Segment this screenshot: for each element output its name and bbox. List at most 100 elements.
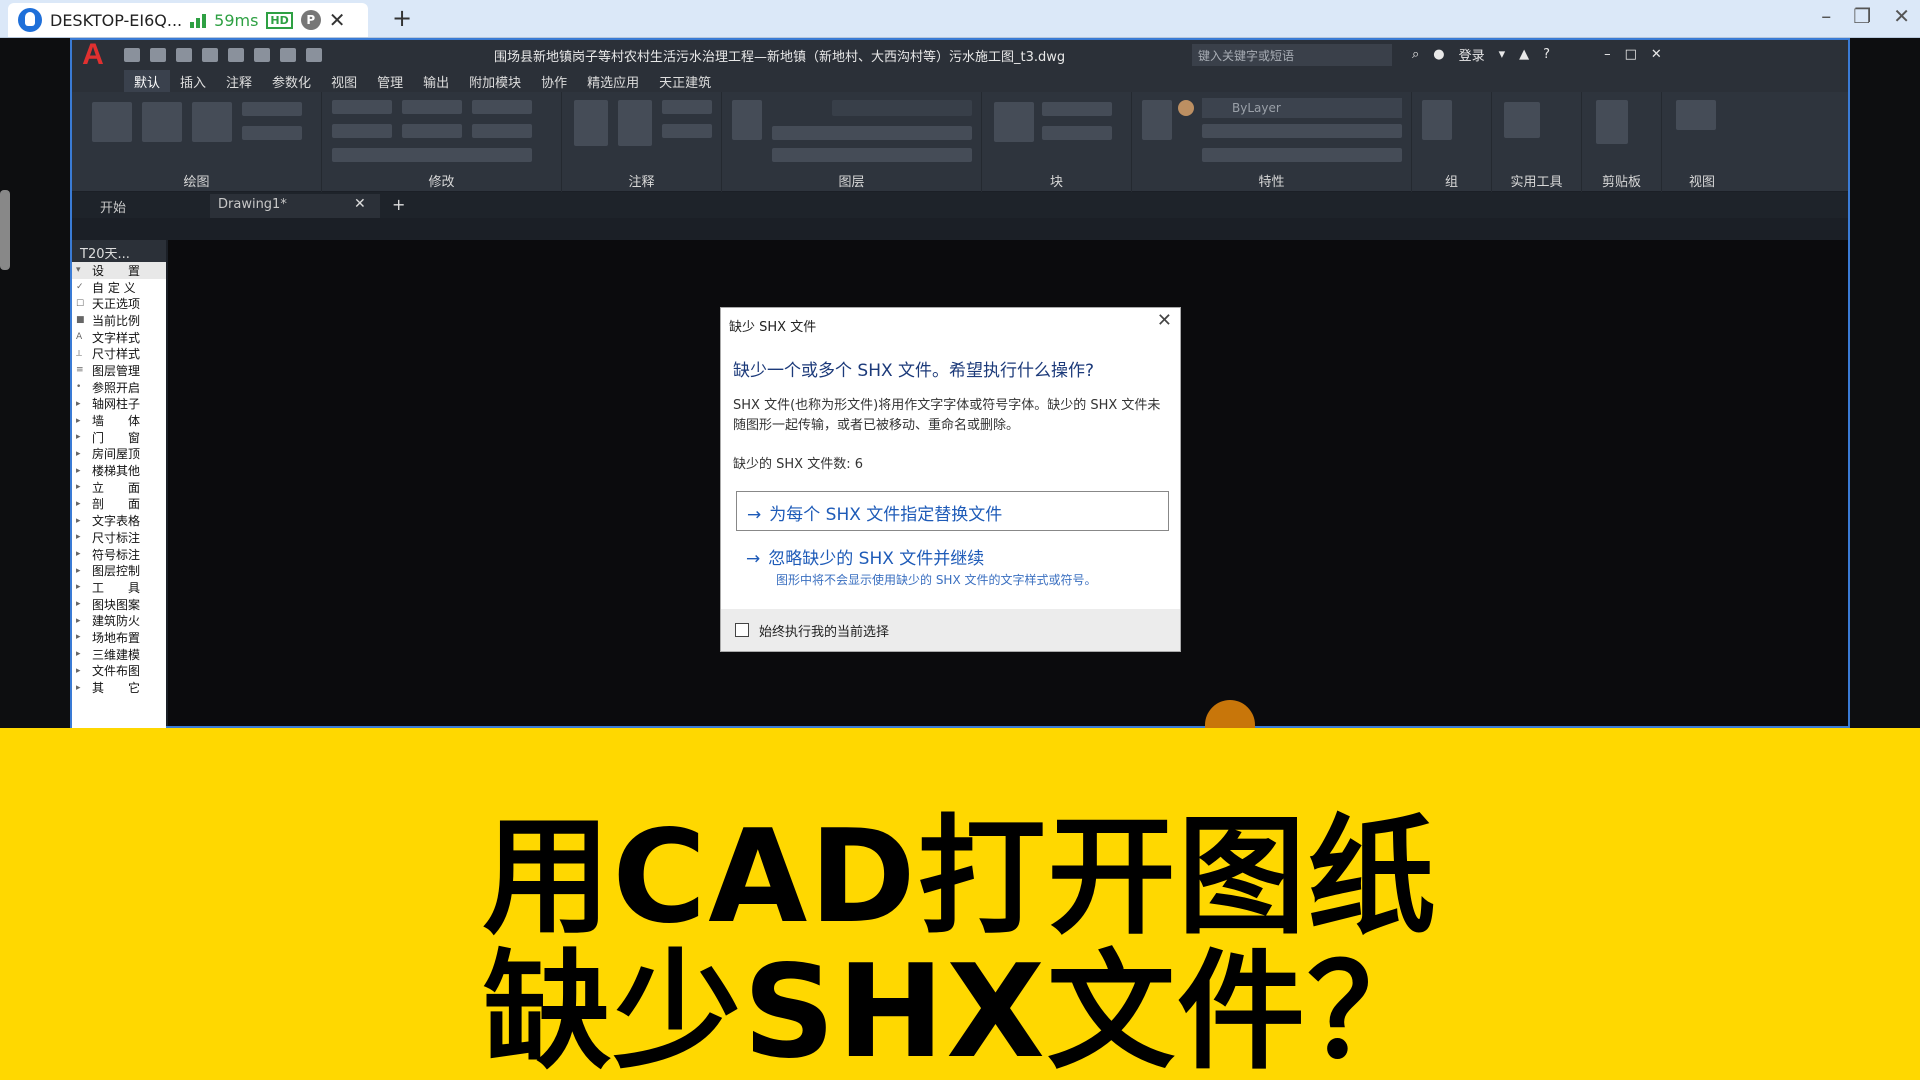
tab-close-icon[interactable]: ✕ [354, 196, 366, 212]
close-tab-button[interactable]: ✕ [329, 8, 346, 32]
autodesk-icon[interactable]: ▲ [1519, 47, 1529, 62]
ignore-continue-option[interactable]: → 忽略缺少的 SHX 文件并继续 图形中将不会显示使用缺少的 SHX 文件的文字… [736, 536, 1169, 596]
sidebar-item[interactable]: ■ 当前比例 [72, 312, 166, 329]
new-icon[interactable] [124, 48, 140, 62]
sidebar-item[interactable]: ▸ 其 它 [72, 679, 166, 696]
ribbon-tab-default[interactable]: 默认 [124, 70, 171, 92]
panel-label-utilities[interactable]: 实用工具 [1492, 171, 1581, 190]
redo-icon[interactable] [306, 48, 322, 62]
user-icon[interactable]: ● [1433, 47, 1444, 62]
ribbon-tab-manage[interactable]: 管理 [367, 70, 413, 92]
save-icon[interactable] [176, 48, 192, 62]
ribbon-tab-addins[interactable]: 附加模块 [459, 70, 531, 92]
cad-maximize-icon[interactable]: □ [1625, 47, 1637, 62]
ribbon-tab-view[interactable]: 视图 [321, 70, 367, 92]
dialog-close-icon[interactable]: ✕ [1157, 310, 1172, 331]
ribbon-tab-output[interactable]: 输出 [413, 70, 459, 92]
autocad-logo-icon[interactable]: A [72, 40, 114, 70]
sidebar-item[interactable]: ▸ 工 具 [72, 579, 166, 596]
panel-utilities: 实用工具 [1492, 92, 1582, 192]
panel-label-modify[interactable]: 修改 [322, 171, 561, 190]
remote-session-tab[interactable]: DESKTOP-EI6Q... 59ms HD P ✕ [8, 3, 368, 37]
p-badge-icon[interactable]: P [300, 10, 321, 30]
sidebar-item-label: 建筑防火 [92, 614, 141, 629]
add-tab-button[interactable]: + [392, 195, 405, 214]
sidebar-item[interactable]: A 文字样式 [72, 329, 166, 346]
save-as-icon[interactable] [202, 48, 218, 62]
login-link[interactable]: 登录 [1459, 45, 1485, 64]
sidebar-item[interactable]: ▸ 文件布图 [72, 663, 166, 680]
panel-label-block[interactable]: 块 [982, 171, 1131, 190]
new-tab-button[interactable]: + [392, 4, 412, 32]
title-right-tools: ⌕ ● 登录 ▾ ▲ ? – □ ✕ [1412, 45, 1662, 64]
panel-label-layer[interactable]: 图层 [722, 171, 981, 190]
panel-label-draw[interactable]: 绘图 [72, 171, 321, 190]
always-checkbox[interactable] [735, 623, 749, 637]
panel-view: 视图 [1662, 92, 1848, 192]
sidebar-item[interactable]: ▸ 符号标注 [72, 546, 166, 563]
ribbon-tab-collaborate[interactable]: 协作 [531, 70, 577, 92]
sidebar-item[interactable]: ▸ 尺寸标注 [72, 529, 166, 546]
panel-label-view[interactable]: 视图 [1662, 171, 1742, 190]
restore-icon[interactable]: ❐ [1853, 4, 1871, 28]
sidebar-item[interactable]: ▸ 楼梯其他 [72, 462, 166, 479]
sidebar-item[interactable]: • 参照开启 [72, 379, 166, 396]
sidebar-item[interactable]: ▸ 图块图案 [72, 596, 166, 613]
side-scroll-handle[interactable] [0, 190, 10, 270]
sidebar-item-label: 剖 面 [92, 497, 141, 512]
sidebar-item[interactable]: ✓ 自 定 义 [72, 279, 166, 296]
sidebar-item-icon: ▸ [76, 632, 81, 643]
ribbon-tab-parametric[interactable]: 参数化 [262, 70, 321, 92]
window-controls: – ❐ ✕ [1821, 4, 1910, 28]
sidebar-item-icon: ▸ [76, 665, 81, 676]
cad-close-icon[interactable]: ✕ [1651, 47, 1662, 62]
close-window-icon[interactable]: ✕ [1893, 4, 1910, 28]
cad-minimize-icon[interactable]: – [1604, 47, 1611, 62]
sidebar-item-icon: ▸ [76, 415, 81, 426]
sidebar-item[interactable]: ▸ 文字表格 [72, 512, 166, 529]
panel-clipboard: 剪贴板 [1582, 92, 1662, 192]
panel-label-clipboard[interactable]: 剪贴板 [1582, 171, 1661, 190]
sidebar-item-icon: ≡ [76, 365, 84, 376]
sidebar-item[interactable]: ▸ 场地布置 [72, 629, 166, 646]
sidebar-item-label: 文字表格 [92, 514, 141, 529]
sidebar-item[interactable]: ▸ 门 窗 [72, 429, 166, 446]
panel-label-annotate[interactable]: 注释 [562, 171, 721, 190]
sidebar-item[interactable]: ▸ 图层控制 [72, 562, 166, 579]
panel-label-properties[interactable]: 特性 [1132, 171, 1411, 190]
open-icon[interactable] [150, 48, 166, 62]
sidebar-item[interactable]: ▸ 立 面 [72, 479, 166, 496]
ribbon-tab-insert[interactable]: 插入 [170, 70, 216, 92]
sidebar-item[interactable]: ▾ 设 置 [72, 262, 166, 279]
sidebar-item[interactable]: ▸ 三维建模 [72, 646, 166, 663]
sidebar-item[interactable]: ▸ 轴网柱子 [72, 396, 166, 413]
ribbon-tab-annotate[interactable]: 注释 [216, 70, 262, 92]
search-input[interactable]: 键入关键字或短语 [1192, 44, 1392, 66]
sidebar-item[interactable]: ≡ 图层管理 [72, 362, 166, 379]
tab-start[interactable]: 开始 [92, 194, 202, 218]
sidebar-item[interactable]: ☐ 天正选项 [72, 295, 166, 312]
search-icon[interactable]: ⌕ [1412, 47, 1419, 62]
panel-label-group[interactable]: 组 [1412, 171, 1491, 190]
option1-label: 为每个 SHX 文件指定替换文件 [769, 505, 1003, 525]
sidebar-item[interactable]: ⟂ 尺寸样式 [72, 345, 166, 362]
sidebar-item[interactable]: ▸ 墙 体 [72, 412, 166, 429]
publish-icon[interactable] [228, 48, 244, 62]
sidebar-item-icon: ▸ [76, 549, 81, 560]
bylayer-select[interactable]: ByLayer [1202, 98, 1402, 118]
sidebar-item-label: 图块图案 [92, 597, 141, 612]
undo-icon[interactable] [280, 48, 296, 62]
sidebar-item[interactable]: ▸ 建筑防火 [72, 612, 166, 629]
specify-replacement-option[interactable]: → 为每个 SHX 文件指定替换文件 [736, 491, 1169, 531]
sidebar-item-label: 设 置 [92, 263, 141, 278]
plot-icon[interactable] [254, 48, 270, 62]
ribbon-tab-featured[interactable]: 精选应用 [577, 70, 649, 92]
signal-icon [190, 12, 207, 28]
sidebar-item[interactable]: ▸ 剖 面 [72, 496, 166, 513]
minimize-icon[interactable]: – [1821, 4, 1831, 28]
help-icon[interactable]: ? [1543, 47, 1550, 62]
cart-icon[interactable]: ▾ [1499, 47, 1506, 62]
sidebar-item[interactable]: ▸ 房间屋顶 [72, 446, 166, 463]
ribbon-tab-tangent[interactable]: 天正建筑 [649, 70, 721, 92]
sidebar-item-label: 其 它 [92, 681, 141, 696]
